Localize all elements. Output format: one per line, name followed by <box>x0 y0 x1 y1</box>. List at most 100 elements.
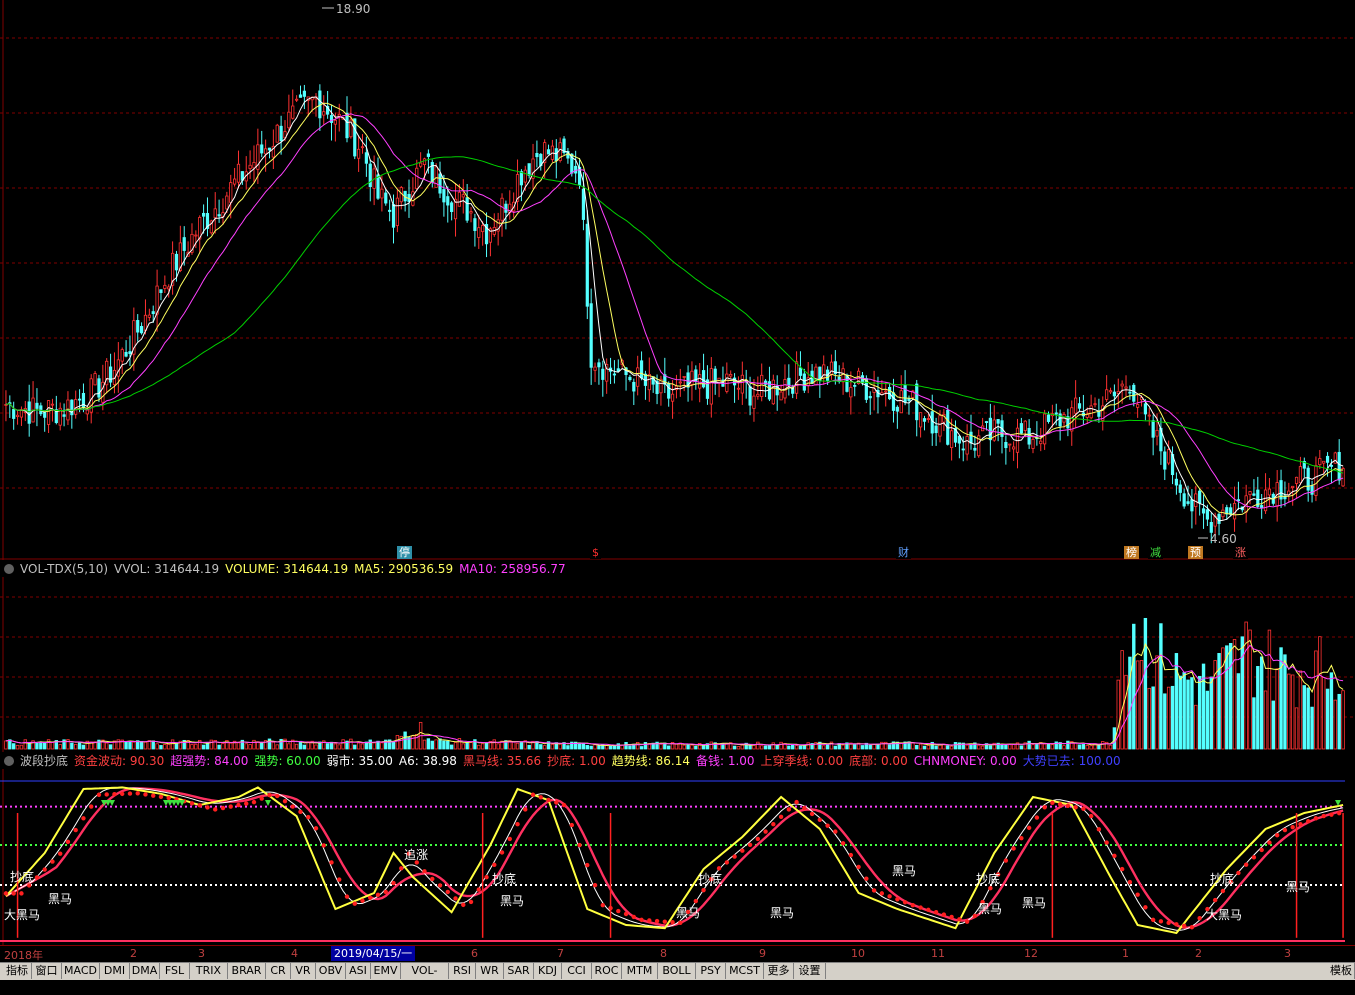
candle-body <box>698 374 702 389</box>
candle-body <box>438 173 442 194</box>
tab-16[interactable]: SAR <box>504 963 534 979</box>
fund-flow-dot <box>166 795 171 801</box>
volume-bar <box>1279 647 1283 750</box>
fund-flow-dot <box>306 814 311 820</box>
fund-flow-dot <box>112 791 117 797</box>
volume-bar <box>624 742 628 750</box>
candle-body <box>1186 501 1190 504</box>
volume-bar <box>105 742 109 750</box>
volume-bar <box>709 741 714 750</box>
event-marker[interactable]: 榜 <box>1124 546 1139 559</box>
tab-4[interactable]: DMA <box>130 963 160 979</box>
volume-bar <box>511 741 516 750</box>
fund-flow-dot <box>197 803 202 808</box>
tab-19[interactable]: ROC <box>592 963 622 979</box>
candle-body <box>1178 484 1182 493</box>
volume-stat: VVOL: 314644.19 <box>114 562 220 576</box>
tab-10[interactable]: OBV <box>316 963 346 979</box>
tab-12[interactable]: EMV <box>371 963 401 979</box>
tab-0[interactable]: 指标 <box>3 963 32 979</box>
candle-body <box>729 373 733 377</box>
volume-bar <box>426 738 431 750</box>
volume-bar <box>1244 621 1248 750</box>
tab-21[interactable]: BOLL <box>658 963 696 979</box>
tab-8[interactable]: CR <box>266 963 291 979</box>
indicator-stat: 弱市: 35.00 <box>326 754 393 768</box>
fund-flow-dot <box>236 802 241 808</box>
tab-1[interactable]: 窗口 <box>32 963 62 979</box>
candle-body <box>446 196 450 206</box>
fund-flow-dot <box>1158 919 1164 924</box>
volume-bar <box>496 743 500 750</box>
tab-20[interactable]: MTM <box>622 963 658 979</box>
tab-17[interactable]: KDJ <box>534 963 562 979</box>
fund-flow-dot <box>1181 923 1187 928</box>
fund-flow-dot <box>840 841 846 846</box>
tab-6[interactable]: TRIX <box>190 963 228 979</box>
signal-label: 抄底 <box>10 869 34 884</box>
fund-flow-dot <box>809 811 815 817</box>
date-tick-label: 8 <box>660 947 667 960</box>
volume-chart[interactable] <box>0 577 1355 752</box>
volume-bar <box>484 742 489 750</box>
candle-body <box>213 208 217 219</box>
price-panel[interactable]: 18.90 4.60 停 $ 财 榜减 预 涨 <box>0 0 1355 560</box>
volume-bar <box>438 738 442 750</box>
event-marker[interactable]: 减 <box>1148 546 1163 559</box>
indicator-chart[interactable]: 抄底黑马大黑马追涨抄底黑马抄底黑马抄底黑马抄底黑马黑马黑马黑马 大黑马 <box>0 769 1355 945</box>
volume-bar <box>325 743 330 750</box>
candle-body <box>376 174 380 199</box>
volume-bar <box>853 744 857 750</box>
volume-panel[interactable] <box>0 577 1355 752</box>
candle-body <box>225 195 229 210</box>
tab-24[interactable]: 更多 <box>764 963 794 979</box>
volume-bar <box>1236 673 1241 750</box>
candle-body <box>182 237 186 251</box>
tab-7[interactable]: BRAR <box>228 963 266 979</box>
tab-2[interactable]: MACD <box>62 963 100 979</box>
event-marker[interactable]: 预 <box>1188 546 1203 559</box>
indicator-panel[interactable]: 抄底 黑马 大黑马 追涨 抄底 黑马 抄底 黑马 抄底 黑马 抄底 黑马 黑马 黑马 黑马 大黑马 <box>0 769 1355 945</box>
tab-26[interactable]: 模板 <box>1328 963 1355 979</box>
event-marker[interactable]: 涨 <box>1233 546 1248 559</box>
indicator-stat: 黑马线: 35.66 <box>462 754 542 768</box>
indicator-name[interactable]: 波段抄底 <box>20 754 68 768</box>
candle-body <box>1298 466 1303 484</box>
fund-flow-dot <box>662 919 668 924</box>
fund-flow-dot <box>298 809 303 815</box>
tab-25[interactable]: 设置 <box>794 963 826 979</box>
volume-bar <box>1170 685 1175 750</box>
tab-15[interactable]: WR <box>476 963 504 979</box>
tab-22[interactable]: PSY <box>696 963 726 979</box>
candle-body <box>1120 383 1124 387</box>
chevron-down-icon[interactable] <box>4 564 14 574</box>
volume-bar <box>329 741 334 750</box>
candlestick-chart[interactable]: 18.90 4.60 <box>0 0 1355 560</box>
tab-18[interactable]: CCI <box>562 963 592 979</box>
fund-flow-dot <box>592 882 598 888</box>
chevron-down-icon[interactable] <box>4 756 14 766</box>
candle-body <box>260 144 264 154</box>
event-marker[interactable]: 财 <box>896 546 911 559</box>
candle-body <box>298 94 303 98</box>
tab-3[interactable]: DMI <box>100 963 130 979</box>
candle-body <box>546 149 551 155</box>
fund-flow-dot <box>1282 827 1288 833</box>
tab-23[interactable]: MCST <box>726 963 764 979</box>
fund-flow-dot <box>1073 805 1078 810</box>
fund-flow-dot <box>244 801 249 806</box>
tab-5[interactable]: FSL <box>160 963 190 979</box>
volume-bar <box>190 744 194 750</box>
volume-bar <box>1027 740 1031 750</box>
candle-body <box>364 152 368 164</box>
candle <box>562 136 566 155</box>
candle-body <box>771 379 775 405</box>
event-marker[interactable]: 停 <box>397 546 412 559</box>
tab-14[interactable]: RSI <box>449 963 476 979</box>
event-marker[interactable]: $ <box>590 546 601 559</box>
tab-9[interactable]: VR <box>291 963 316 979</box>
tab-11[interactable]: ASI <box>346 963 371 979</box>
volume-indicator-name[interactable]: VOL-TDX(5,10) <box>20 562 108 576</box>
fund-flow-dot <box>1189 925 1195 930</box>
tab-13[interactable]: VOL-TDX <box>401 963 449 993</box>
